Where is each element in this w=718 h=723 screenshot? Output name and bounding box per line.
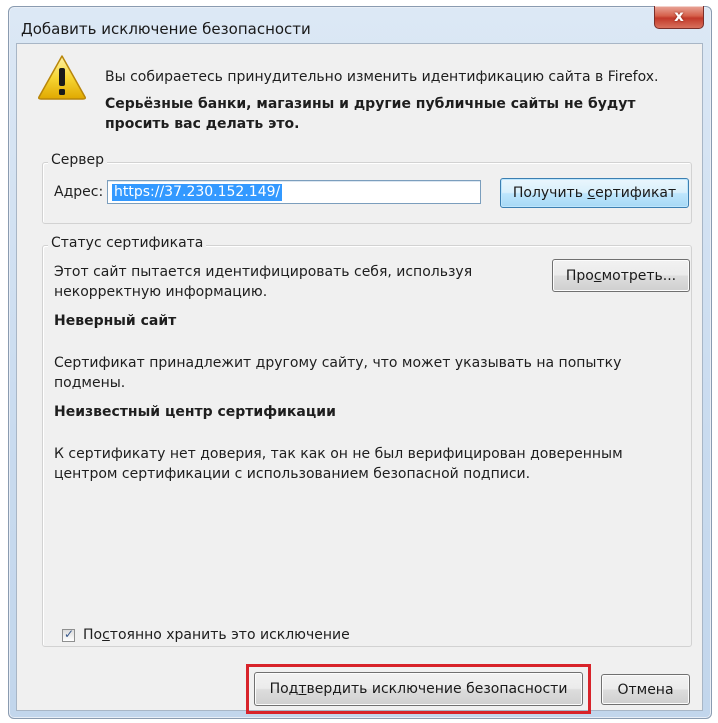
- warning-emphasis: Серьёзные банки, магазины и другие публи…: [105, 96, 636, 132]
- unknown-ca-title: Неизвестный центр сертификации: [54, 404, 336, 420]
- address-label: Адрес:: [54, 184, 104, 200]
- unknown-ca-description: К сертификату нет доверия, так как он не…: [54, 446, 623, 482]
- dialog-body: Вы собираетесь принудительно изменить ид…: [16, 43, 703, 714]
- window-title: Добавить исключение безопасности: [21, 20, 311, 38]
- warning-triangle-icon: [38, 55, 86, 100]
- check-icon: ✓: [64, 627, 75, 641]
- wrong-site-title: Неверный сайт: [54, 313, 177, 329]
- status-intro: Этот сайт пытается идентифицировать себя…: [54, 264, 473, 300]
- close-icon: x: [674, 7, 684, 25]
- confirm-highlight-box: [246, 664, 591, 714]
- permanent-checkbox[interactable]: ✓: [62, 627, 75, 642]
- get-certificate-button[interactable]: Получить сертификат: [500, 178, 689, 208]
- view-certificate-button[interactable]: Просмотреть...: [552, 259, 690, 292]
- address-input[interactable]: https://37.230.152.149/: [107, 180, 481, 204]
- close-button[interactable]: x: [654, 6, 704, 29]
- cancel-button[interactable]: Отмена: [601, 674, 690, 705]
- certificate-status-legend: Статус сертификата: [48, 235, 207, 251]
- permanent-label[interactable]: Постоянно хранить это исключение: [83, 627, 350, 643]
- server-legend: Сервер: [48, 152, 108, 168]
- wrong-site-description: Сертификат принадлежит другому сайту, чт…: [54, 355, 622, 391]
- security-exception-dialog: Добавить исключение безопасности x Вы со…: [8, 6, 712, 719]
- warning-message: Вы собираетесь принудительно изменить ид…: [105, 69, 659, 85]
- address-value: https://37.230.152.149/: [112, 184, 283, 201]
